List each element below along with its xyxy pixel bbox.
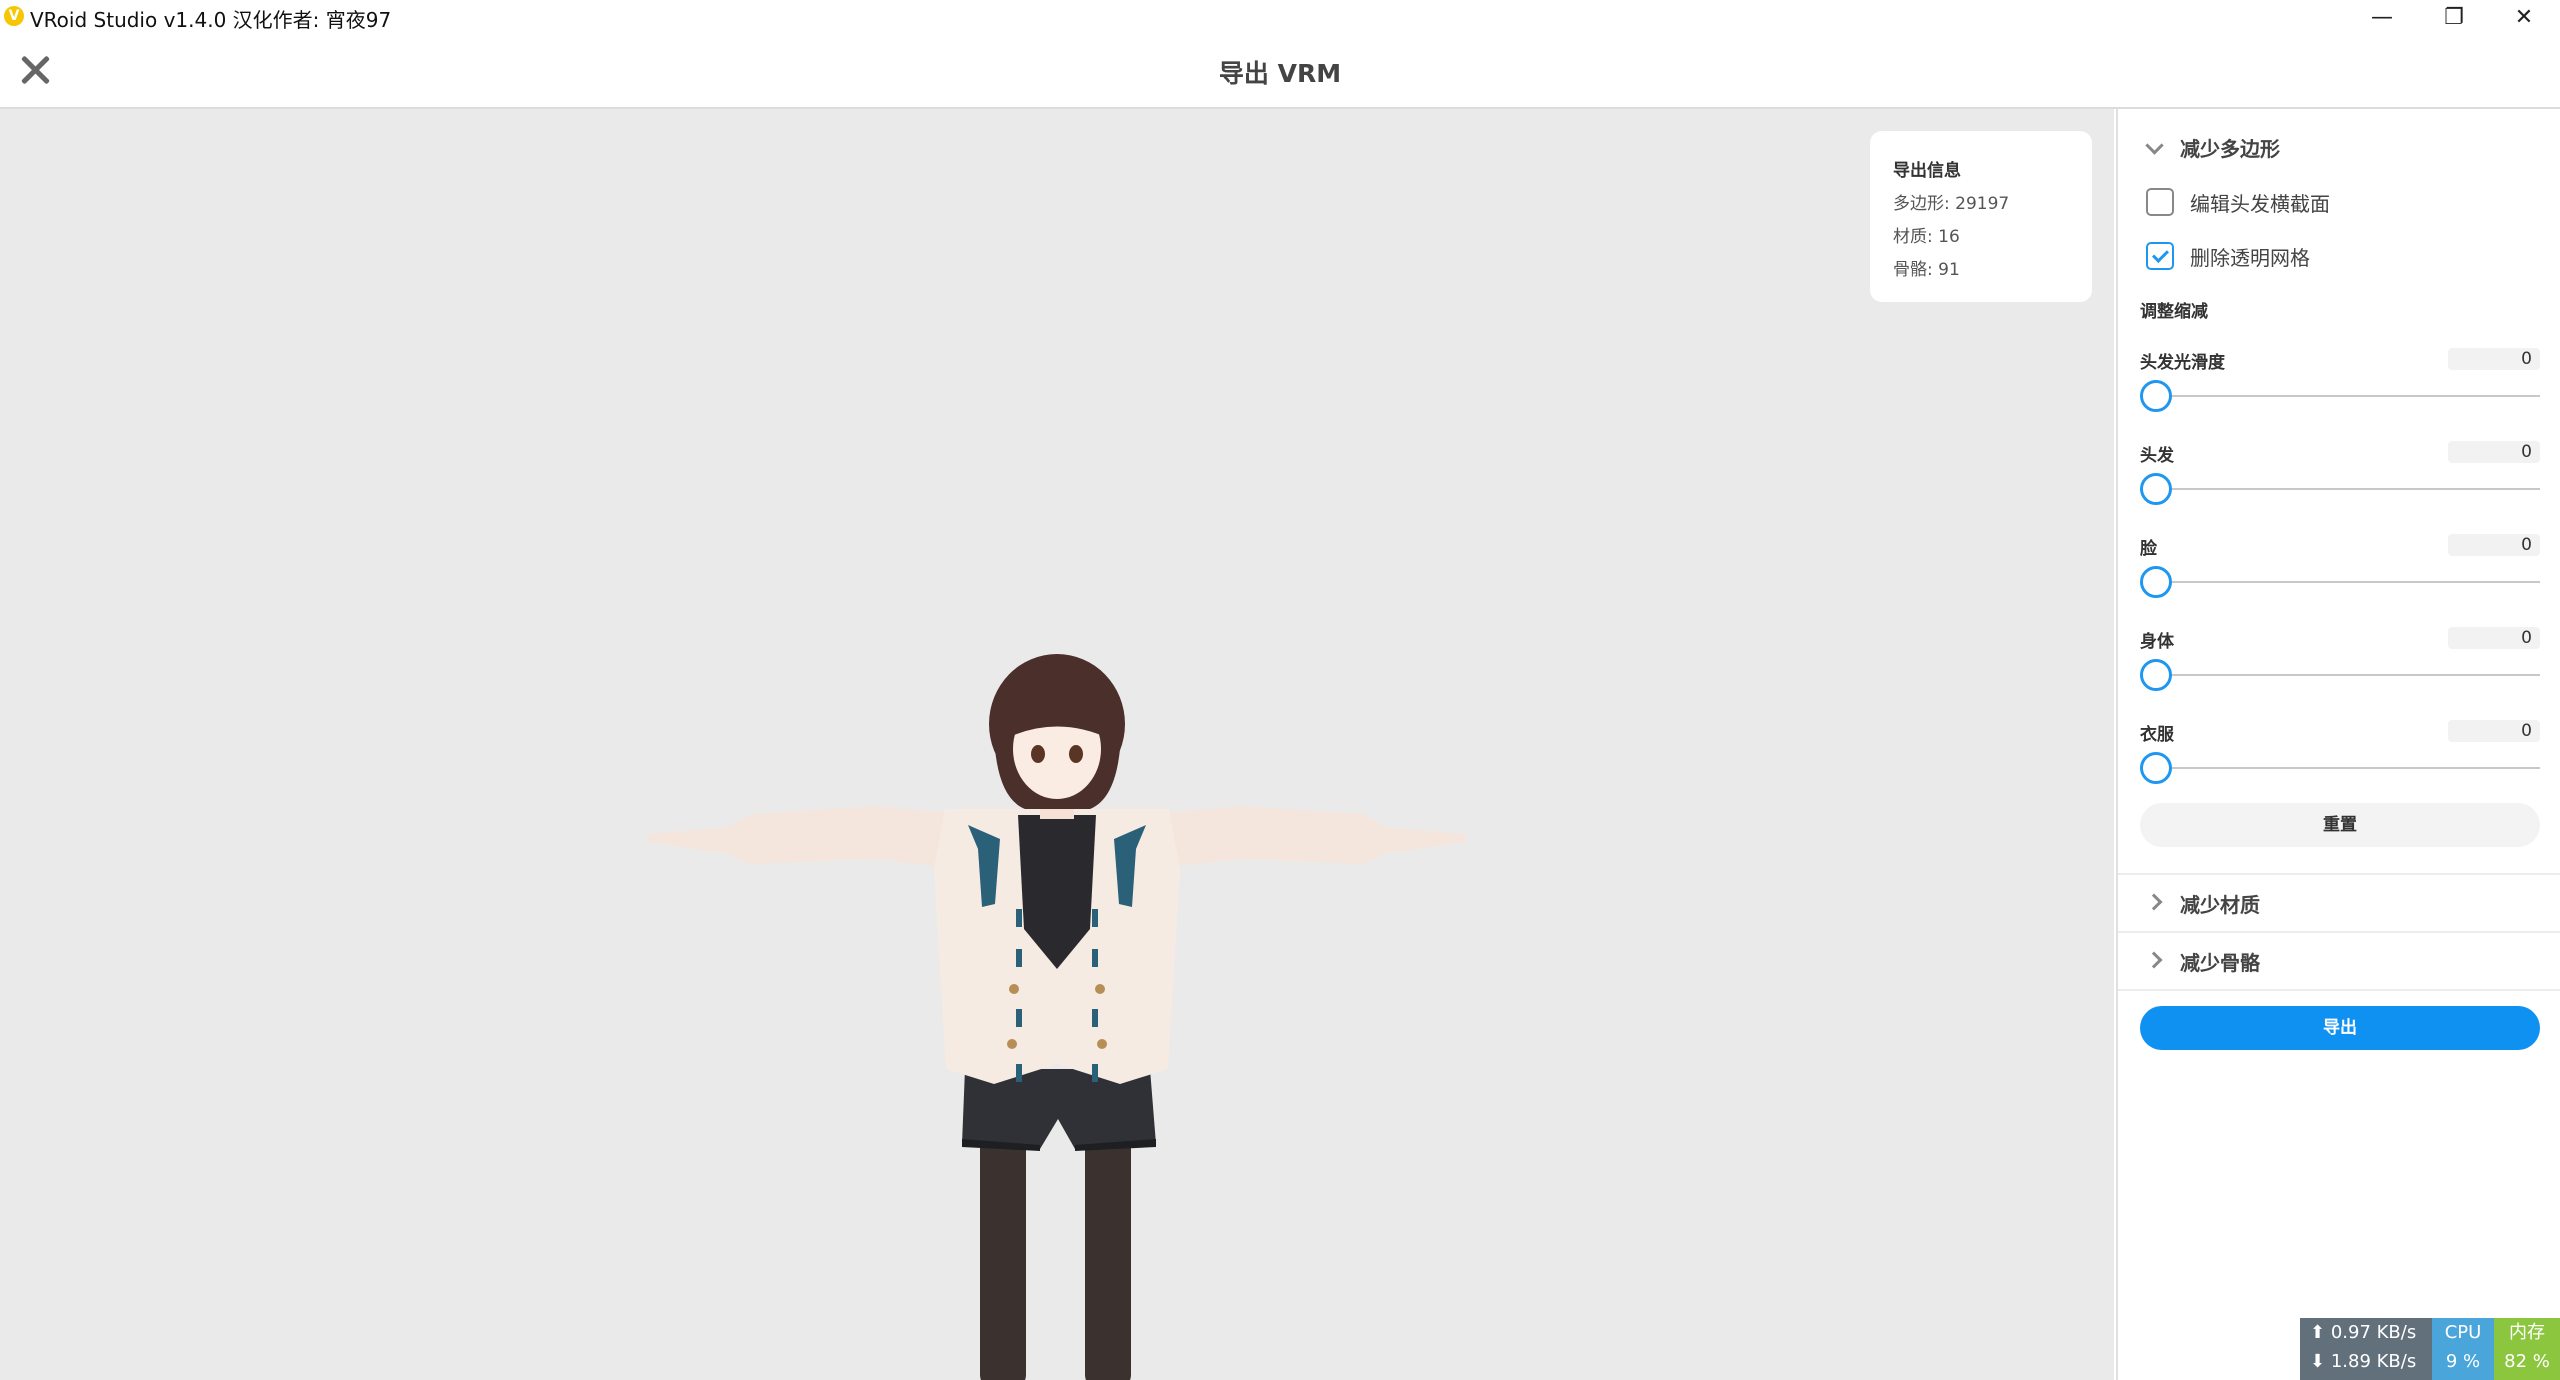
vroid-logo-icon: V <box>4 6 24 26</box>
option-label: 删除透明网格 <box>2190 245 2310 270</box>
slider-value-face[interactable]: 0 <box>2448 534 2540 556</box>
export-info-title: 导出信息 <box>1893 161 1961 181</box>
slider-track[interactable] <box>2158 581 2540 583</box>
upload-speed: ⬆ 0.97 KB/s <box>2310 1322 2416 1343</box>
checkbox-edit-hair[interactable] <box>2146 188 2174 216</box>
model-viewport[interactable]: 导出信息 多边形: 29197 材质: 16 骨骼: 91 <box>0 109 2114 1380</box>
upload-arrow-icon: ⬆ <box>2310 1322 2326 1343</box>
settings-panel: 减少多边形 编辑头发横截面 删除透明网格 调整缩减 头发光滑度 0 头发 0 脸… <box>2116 109 2560 1380</box>
page-header: 导出 VRM <box>0 34 2560 109</box>
slider-knob[interactable] <box>2140 752 2172 784</box>
window-titlebar: V VRoid Studio v1.4.0 汉化作者: 宵夜97 — ❐ ✕ <box>0 0 2560 34</box>
divider <box>2118 931 2560 933</box>
section-reduce-polygons[interactable]: 减少多边形 <box>2180 133 2280 162</box>
window-close-icon[interactable]: ✕ <box>2488 0 2560 34</box>
polygon-count: 多边形: 29197 <box>1893 194 2010 214</box>
reset-button[interactable]: 重置 <box>2140 803 2540 847</box>
page-title: 导出 VRM <box>1218 59 1342 88</box>
slider-knob[interactable] <box>2140 566 2172 598</box>
slider-knob[interactable] <box>2140 659 2172 691</box>
slider-value-hair[interactable]: 0 <box>2448 441 2540 463</box>
checkbox-delete-transparent[interactable] <box>2146 242 2174 270</box>
maximize-icon[interactable]: ❐ <box>2418 0 2490 34</box>
slider-track[interactable] <box>2158 767 2540 769</box>
upload-value: 0.97 KB/s <box>2330 1322 2417 1343</box>
download-value: 1.89 KB/s <box>2330 1351 2417 1372</box>
download-speed: ⬇ 1.89 KB/s <box>2310 1351 2416 1372</box>
minimize-icon[interactable]: — <box>2346 0 2418 34</box>
chevron-right-icon[interactable] <box>2145 951 2163 969</box>
cpu-value: 9 % <box>2445 1351 2481 1372</box>
section-reduce-materials[interactable]: 减少材质 <box>2180 889 2260 918</box>
slider-track[interactable] <box>2158 674 2540 676</box>
memory-value: 82 % <box>2504 1351 2550 1372</box>
option-edit-hair-cross-section[interactable]: 编辑头发横截面 <box>2146 185 2330 219</box>
window-title: VRoid Studio v1.4.0 汉化作者: 宵夜97 <box>30 8 392 32</box>
download-arrow-icon: ⬇ <box>2310 1351 2326 1372</box>
slider-track[interactable] <box>2158 488 2540 490</box>
slider-knob[interactable] <box>2140 380 2172 412</box>
slider-value-hair-smoothness[interactable]: 0 <box>2448 348 2540 370</box>
memory-label: 内存 <box>2509 1322 2545 1343</box>
slider-value-clothes[interactable]: 0 <box>2448 720 2540 742</box>
chevron-right-icon[interactable] <box>2145 893 2163 911</box>
adjust-reduction-title: 调整缩减 <box>2140 302 2208 322</box>
slider-knob[interactable] <box>2140 473 2172 505</box>
option-label: 编辑头发横截面 <box>2190 191 2330 216</box>
option-delete-transparent-mesh[interactable]: 删除透明网格 <box>2146 239 2310 273</box>
material-count: 材质: 16 <box>1893 227 1960 247</box>
network-monitor: ⬆ 0.97 KB/s ⬇ 1.89 KB/s CPU 9 % 内存 82 % <box>2300 1318 2560 1380</box>
divider <box>2118 873 2560 875</box>
memory-usage: 内存 82 % <box>2494 1318 2560 1380</box>
slider-value-body[interactable]: 0 <box>2448 627 2540 649</box>
export-info-card: 导出信息 多边形: 29197 材质: 16 骨骼: 91 <box>1870 131 2092 302</box>
chevron-down-icon[interactable] <box>2145 136 2164 155</box>
slider-label-face: 脸 <box>2140 539 2157 559</box>
cpu-label: CPU <box>2444 1322 2482 1343</box>
divider <box>2118 989 2560 991</box>
slider-label-clothes: 衣服 <box>2140 725 2174 745</box>
bone-count: 骨骼: 91 <box>1893 260 1960 280</box>
slider-track[interactable] <box>2158 395 2540 397</box>
cpu-usage: CPU 9 % <box>2432 1318 2494 1380</box>
network-speed: ⬆ 0.97 KB/s ⬇ 1.89 KB/s <box>2300 1318 2432 1380</box>
section-reduce-bones[interactable]: 减少骨骼 <box>2180 947 2260 976</box>
slider-label-body: 身体 <box>2140 632 2174 652</box>
slider-label-hair-smoothness: 头发光滑度 <box>2140 353 2225 373</box>
slider-label-hair: 头发 <box>2140 446 2174 466</box>
export-button[interactable]: 导出 <box>2140 1006 2540 1050</box>
character-model <box>648 654 1466 1380</box>
